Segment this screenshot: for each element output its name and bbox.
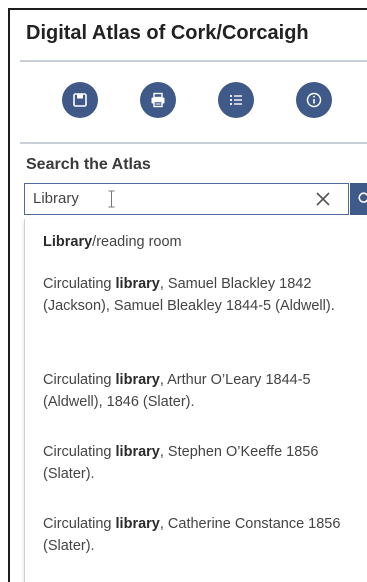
- suggestion-item[interactable]: Library/reading room: [43, 231, 343, 253]
- suggestion-item[interactable]: Circulating library, Stephen O’Keeffe 18…: [43, 441, 343, 485]
- print-icon: [151, 92, 165, 108]
- search-field[interactable]: [24, 183, 349, 215]
- info-button[interactable]: [296, 82, 332, 118]
- list-button[interactable]: [218, 82, 254, 118]
- save-icon: [73, 93, 87, 107]
- app-title: Digital Atlas of Cork/Corcaigh: [26, 22, 309, 44]
- info-icon: [306, 92, 322, 108]
- print-button[interactable]: [140, 82, 176, 118]
- suggestion-item[interactable]: Circulating library, Samuel Blackley 184…: [43, 273, 343, 317]
- toolbar-divider: [20, 142, 367, 144]
- search-label: Search the Atlas: [26, 156, 151, 173]
- search-button[interactable]: [350, 183, 367, 215]
- search-icon: [358, 192, 367, 203]
- toolbar: [10, 82, 367, 118]
- clear-icon[interactable]: [313, 189, 333, 209]
- suggestion-item[interactable]: Circulating library, Arthur O’Leary 1844…: [43, 369, 343, 413]
- suggestion-item[interactable]: Circulating library, Catherine Constance…: [43, 513, 343, 557]
- text-cursor-icon: [108, 190, 115, 208]
- list-icon: [229, 94, 242, 106]
- suggestions-list: Library/reading room Circulating library…: [24, 219, 367, 582]
- search-input[interactable]: [33, 184, 293, 213]
- title-divider: [20, 60, 367, 62]
- save-button[interactable]: [62, 82, 98, 118]
- sidebar-panel: Digital Atlas of Cork/Corcaigh Search th…: [8, 8, 367, 582]
